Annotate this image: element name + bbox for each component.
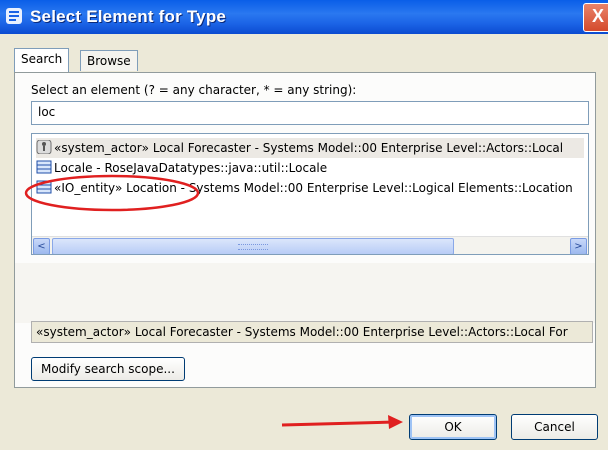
modify-search-scope-button[interactable]: Modify search scope... — [31, 357, 185, 381]
class-icon — [36, 180, 52, 194]
tab-browse[interactable]: Browse — [80, 50, 138, 71]
scroll-left-button[interactable]: < — [33, 238, 50, 254]
list-item[interactable]: «system_actor» Local Forecaster - System… — [36, 138, 584, 158]
spacer — [15, 263, 595, 323]
scroll-thumb[interactable] — [52, 238, 454, 254]
grip-icon — [238, 244, 268, 250]
app-icon — [6, 8, 22, 24]
list-item[interactable]: Locale - RoseJavaDatatypes::java::util::… — [36, 158, 327, 178]
result-text: «IO_entity» Location - Systems Model::00… — [54, 181, 573, 195]
close-button[interactable]: X — [583, 3, 608, 32]
search-input[interactable] — [32, 102, 584, 122]
ok-button[interactable]: OK — [409, 414, 497, 440]
class-icon — [36, 160, 52, 174]
cancel-button[interactable]: Cancel — [511, 414, 598, 440]
selection-detail: «system_actor» Local Forecaster - System… — [31, 321, 593, 343]
chevron-right-icon: > — [574, 241, 583, 252]
results-list: «system_actor» Local Forecaster - System… — [31, 133, 589, 255]
list-item[interactable]: «IO_entity» Location - Systems Model::00… — [36, 178, 573, 198]
tab-search[interactable]: Search — [14, 48, 70, 72]
title-bar[interactable]: Select Element for Type X — [0, 0, 608, 34]
select-element-dialog: Select Element for Type X Search Browse … — [0, 0, 608, 450]
arrow-icon — [281, 420, 396, 427]
search-panel: Select an element (? = any character, * … — [14, 72, 596, 388]
search-instruction: Select an element (? = any character, * … — [31, 83, 357, 97]
search-box — [31, 101, 589, 125]
chevron-left-icon: < — [37, 241, 46, 252]
horizontal-scrollbar[interactable]: < > — [32, 236, 588, 254]
close-icon: X — [591, 6, 604, 26]
arrowhead-icon — [388, 415, 403, 429]
scroll-right-button[interactable]: > — [570, 238, 587, 254]
result-text: Locale - RoseJavaDatatypes::java::util::… — [54, 161, 328, 175]
result-text: «system_actor» Local Forecaster - System… — [54, 141, 564, 155]
actor-icon — [36, 140, 52, 154]
window-title: Select Element for Type — [30, 7, 227, 26]
